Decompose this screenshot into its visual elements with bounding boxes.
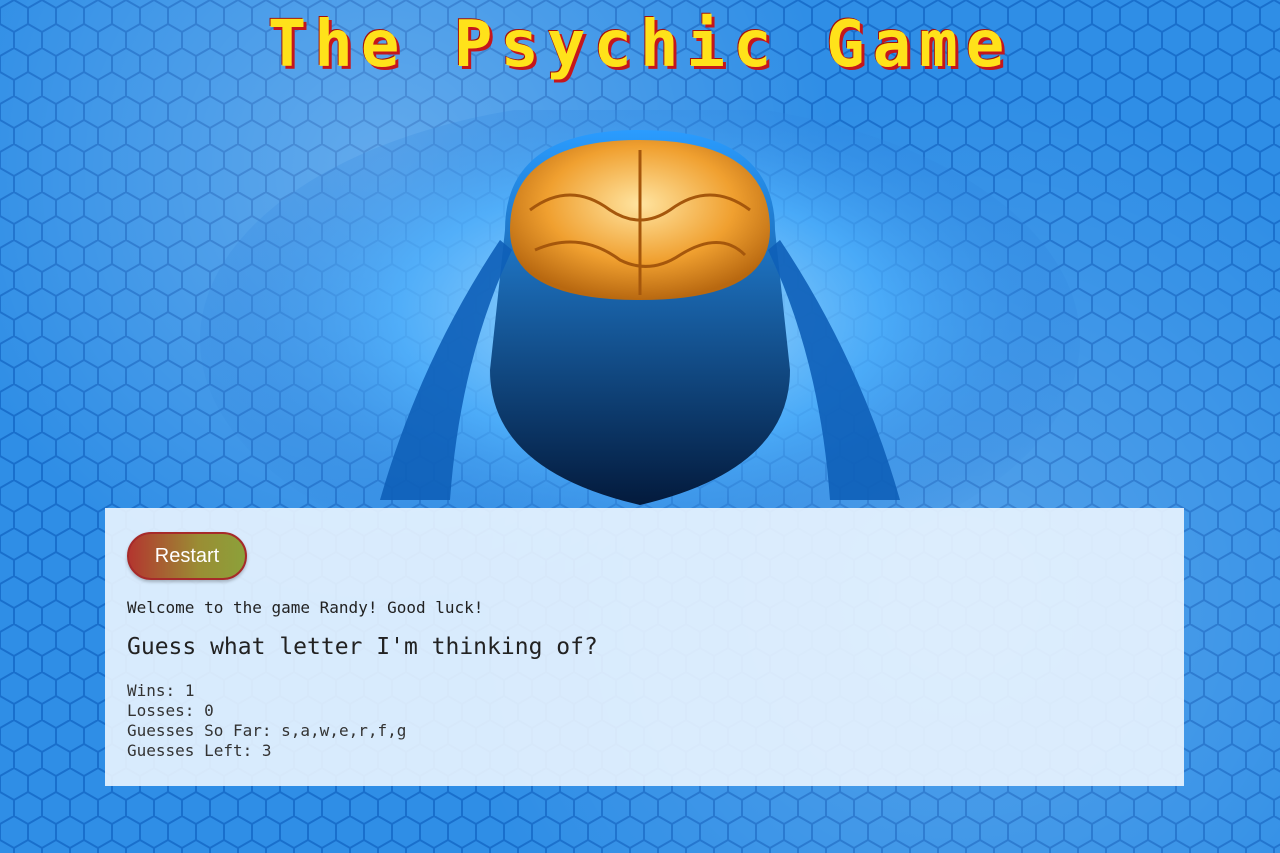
guesses-value: s,a,w,e,r,f,g	[281, 721, 407, 740]
losses-stat: Losses: 0	[127, 701, 406, 721]
brain-head-image	[200, 110, 1080, 510]
question-text: Guess what letter I'm thinking of?	[127, 634, 598, 660]
wins-stat: Wins: 1	[127, 681, 406, 701]
game-panel: Restart Welcome to the game Randy! Good …	[105, 508, 1184, 786]
guesses-left-stat: Guesses Left: 3	[127, 741, 406, 761]
losses-value: 0	[204, 701, 214, 720]
game-title: The Psychic Game	[267, 8, 1013, 82]
wins-label: Wins:	[127, 681, 176, 700]
welcome-message: Welcome to the game Randy! Good luck!	[127, 598, 484, 617]
guesses-stat: Guesses So Far: s,a,w,e,r,f,g	[127, 721, 406, 741]
guesses-left-label: Guesses Left:	[127, 741, 253, 760]
restart-button[interactable]: Restart	[127, 532, 247, 580]
guesses-label: Guesses So Far:	[127, 721, 272, 740]
guesses-left-value: 3	[261, 741, 272, 760]
stats-block: Wins: 1 Losses: 0 Guesses So Far: s,a,w,…	[127, 681, 406, 761]
wins-value: 1	[184, 681, 195, 700]
losses-label: Losses:	[127, 701, 195, 720]
